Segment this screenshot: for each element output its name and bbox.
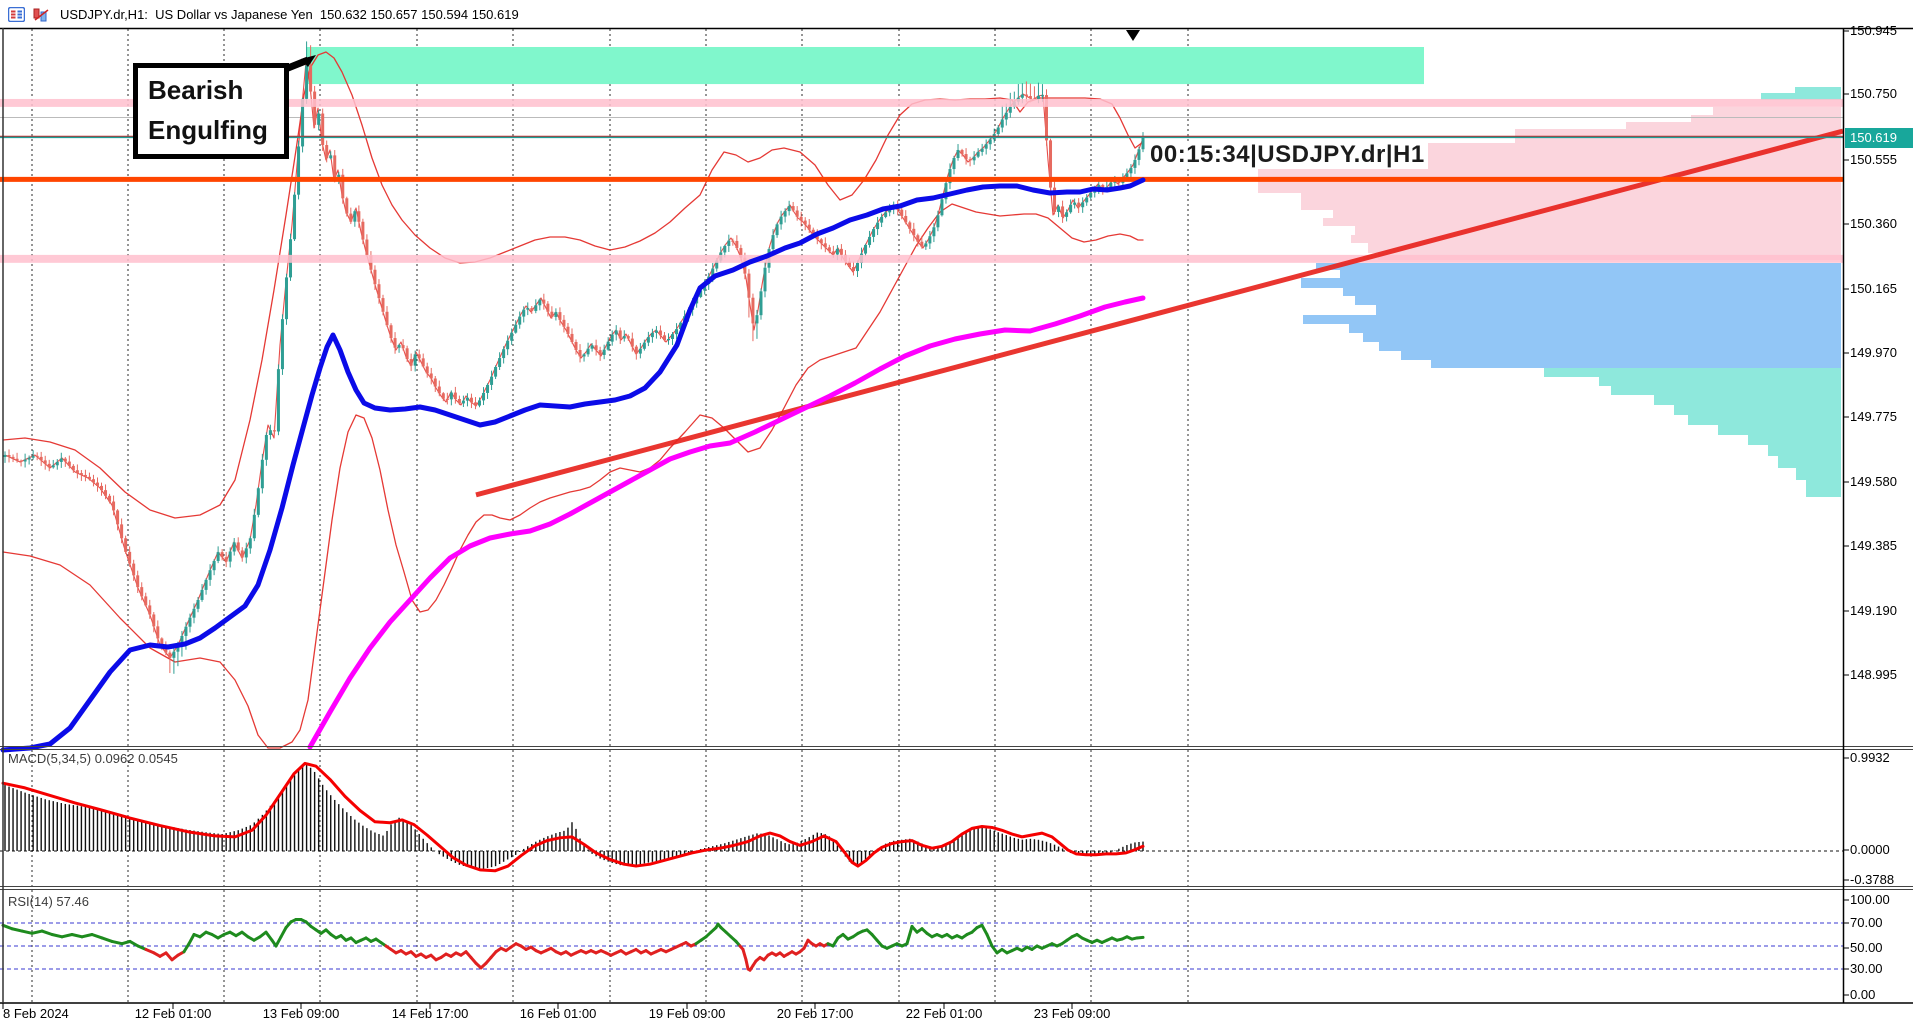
macd-indicator-label: MACD(5,34,5) 0.0962 0.0545	[8, 751, 178, 766]
price-axis-label: 150.750	[1850, 86, 1897, 101]
price-axis-label: 150.555	[1850, 152, 1897, 167]
date-axis-label: 23 Feb 09:00	[1034, 1006, 1111, 1021]
date-axis-label: 12 Feb 01:00	[135, 1006, 212, 1021]
mt5-chart-window: USDJPY.dr,H1: US Dollar vs Japanese Yen …	[0, 0, 1913, 1029]
date-axis-label: 19 Feb 09:00	[649, 1006, 726, 1021]
date-axis-label: 8 Feb 2024	[3, 1006, 69, 1021]
rsi-axis-label: 100.00	[1850, 892, 1890, 907]
candle-countdown-label[interactable]: 00:15:34|USDJPY.dr|H1	[1147, 141, 1428, 169]
price-axis-label: 149.775	[1850, 409, 1897, 424]
bearish-engulfing-annotation[interactable]: Bearish Engulfing	[133, 63, 289, 159]
current-price-tag: 150.619	[1845, 128, 1913, 148]
date-axis-label: 14 Feb 17:00	[392, 1006, 469, 1021]
rsi-indicator-label: RSI(14) 57.46	[8, 894, 89, 909]
rsi-axis-label: 0.00	[1850, 987, 1875, 1002]
price-axis-label: 149.970	[1850, 345, 1897, 360]
price-axis-label: 149.190	[1850, 603, 1897, 618]
date-axis-label: 16 Feb 01:00	[520, 1006, 597, 1021]
price-axis-label: 148.995	[1850, 667, 1897, 682]
rsi-axis-label: 70.00	[1850, 915, 1883, 930]
macd-axis-label: -0.3788	[1850, 872, 1894, 887]
price-axis-label: 150.945	[1850, 23, 1897, 38]
price-axis-label: 149.385	[1850, 538, 1897, 553]
macd-axis-label: 0.9932	[1850, 750, 1890, 765]
date-axis-label: 13 Feb 09:00	[263, 1006, 340, 1021]
pink-level-band	[0, 255, 1843, 263]
resistance-zone	[306, 47, 1424, 84]
rsi-axis-label: 30.00	[1850, 961, 1883, 976]
price-axis-label: 150.165	[1850, 281, 1897, 296]
macd-axis-label: 0.0000	[1850, 842, 1890, 857]
price-axis-label: 149.580	[1850, 474, 1897, 489]
date-axis-label: 20 Feb 17:00	[777, 1006, 854, 1021]
date-axis-label: 22 Feb 01:00	[906, 1006, 983, 1021]
bearish-engulfing-line2: Engulfing	[148, 110, 284, 150]
rsi-axis-label: 50.00	[1850, 940, 1883, 955]
bearish-engulfing-line1: Bearish	[148, 70, 284, 110]
price-axis-label: 150.360	[1850, 216, 1897, 231]
